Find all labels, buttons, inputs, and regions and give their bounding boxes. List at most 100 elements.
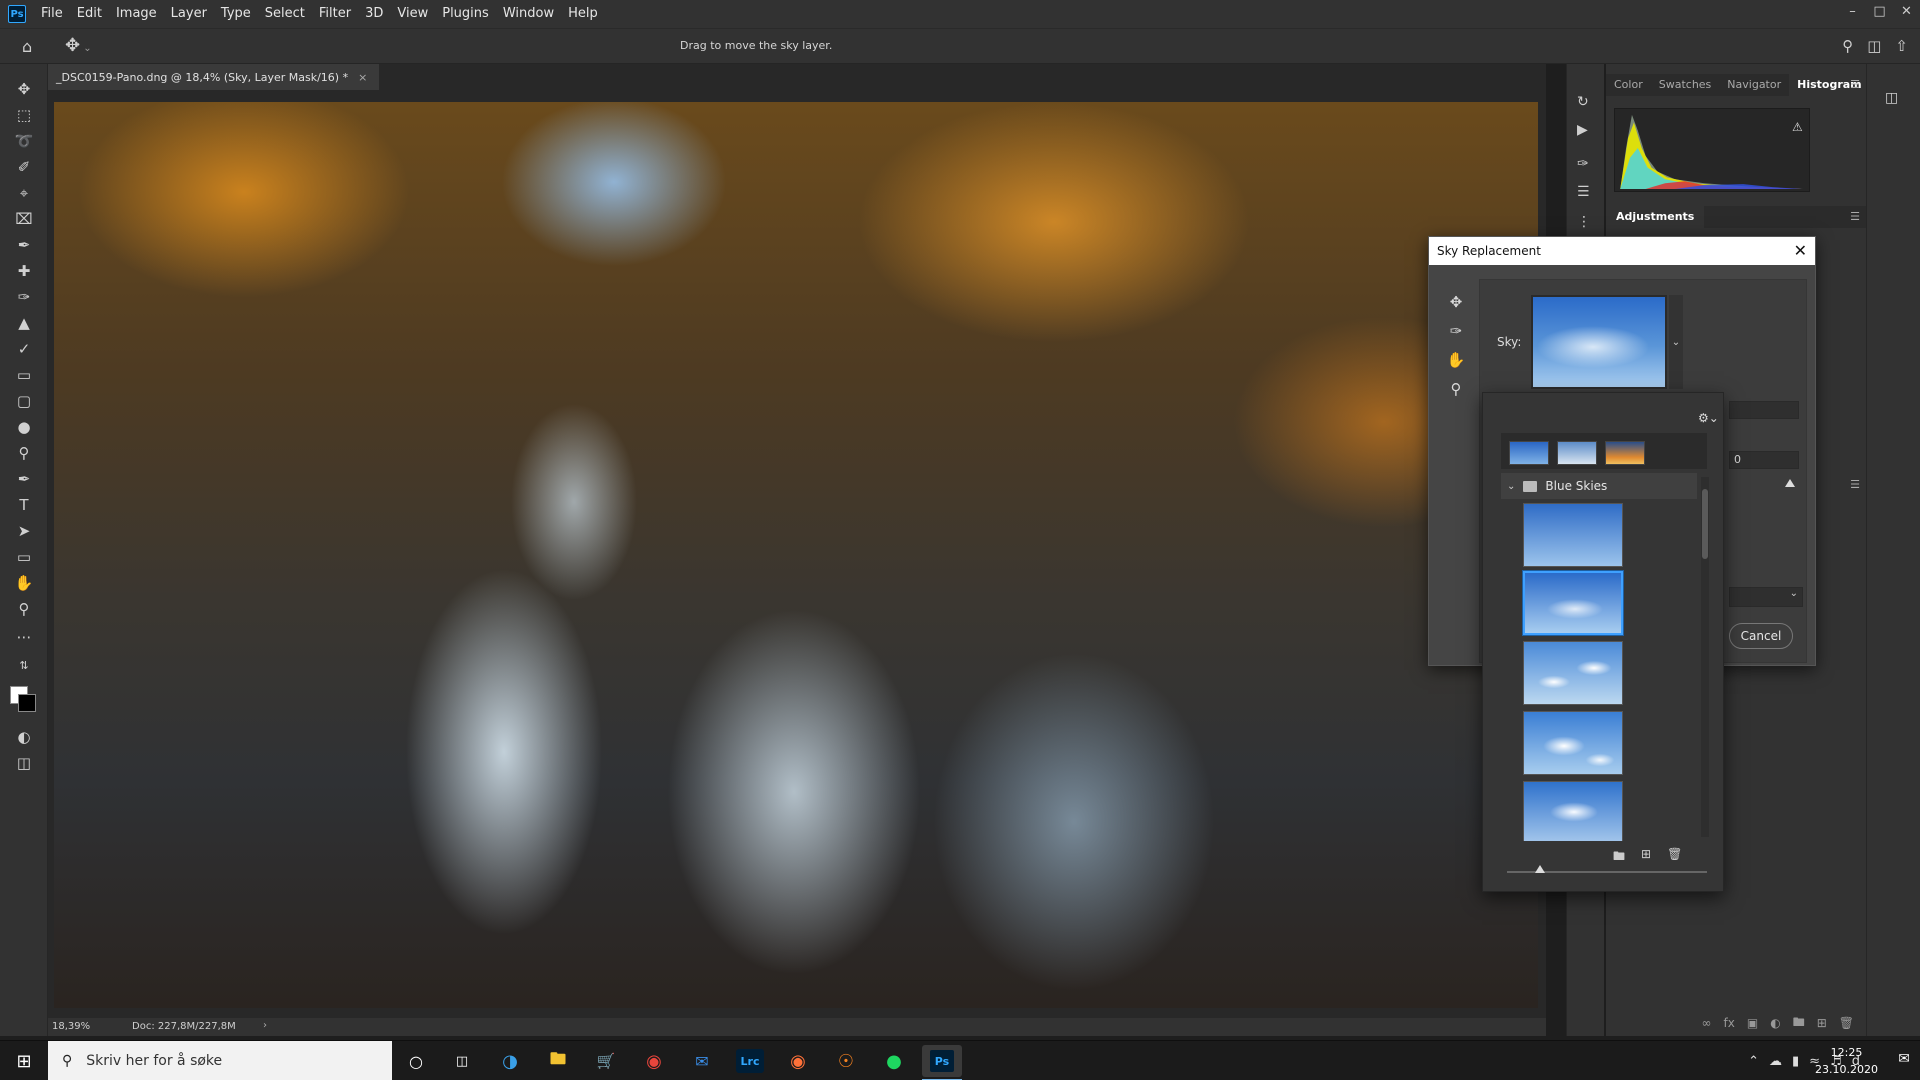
fx-icon[interactable]: fx (1724, 1016, 1735, 1030)
photoshop-taskbar-button[interactable]: Ps (922, 1045, 962, 1080)
lasso-tool-icon[interactable]: ➰ (12, 130, 36, 152)
recent-sky-thumb[interactable] (1605, 441, 1645, 465)
zoom-level[interactable]: 18,39% (52, 1021, 90, 1032)
marquee-tool-icon[interactable]: ⬚ (12, 104, 36, 126)
background-color-swatch[interactable] (18, 694, 36, 712)
brush-settings-icon[interactable]: ✑ (1577, 156, 1589, 172)
new-layer-icon[interactable]: ⊞ (1817, 1016, 1827, 1030)
tab-swatches[interactable]: Swatches (1651, 74, 1720, 96)
edge-icon[interactable]: ◑ (490, 1045, 530, 1077)
dodge-tool-icon[interactable]: ⚲ (12, 442, 36, 464)
hand-tool-icon[interactable]: ✋ (12, 572, 36, 594)
tab-navigator[interactable]: Navigator (1719, 74, 1789, 96)
mail-icon[interactable]: ✉ (682, 1045, 722, 1077)
recent-sky-thumb[interactable] (1509, 441, 1549, 465)
sky-preview-thumbnail[interactable] (1531, 295, 1667, 389)
history-panel-icon[interactable]: ↻ (1577, 94, 1589, 110)
eraser-tool-icon[interactable]: ▭ (12, 364, 36, 386)
panel-menu-icon[interactable]: ☰ (1850, 78, 1860, 91)
firefox-icon[interactable]: ◉ (778, 1045, 818, 1077)
adjustment-layer-icon[interactable]: ◐ (1770, 1016, 1780, 1030)
properties-panel-icon[interactable]: ☰ (1577, 184, 1590, 200)
cortana-icon[interactable]: ○ (396, 1045, 436, 1077)
menu-type[interactable]: Type (214, 0, 258, 28)
sky-thumbnail[interactable] (1523, 711, 1623, 775)
document-tab[interactable]: _DSC0159-Pano.dng @ 18,4% (Sky, Layer Ma… (48, 64, 380, 90)
close-document-icon[interactable]: × (358, 71, 367, 84)
pen-tool-icon[interactable]: ✒ (12, 468, 36, 490)
waterfall-photo[interactable] (54, 102, 1538, 1008)
windows-start-icon[interactable]: ⊞ (0, 1041, 48, 1080)
menu-image[interactable]: Image (109, 0, 164, 28)
dialog-field[interactable] (1729, 401, 1799, 419)
delete-sky-icon[interactable]: 🗑 (1667, 847, 1682, 868)
menu-window[interactable]: Window (496, 0, 561, 28)
path-selection-tool-icon[interactable]: ➤ (12, 520, 36, 542)
sky-move-tool-icon[interactable]: ✥ (1443, 287, 1469, 316)
link-layers-icon[interactable]: ∞ (1702, 1016, 1712, 1030)
maximize-icon[interactable]: □ (1866, 0, 1893, 22)
eyedropper-tool-icon[interactable]: ✒ (12, 234, 36, 256)
status-arrow-icon[interactable]: › (263, 1020, 267, 1031)
crop-tool-icon[interactable]: ⌖ (12, 182, 36, 204)
clone-stamp-tool-icon[interactable]: ▲ (12, 312, 36, 334)
swap-colors-icon[interactable]: ⇅ (12, 654, 36, 676)
share-icon[interactable]: ⇧ (1895, 37, 1908, 55)
menu-file[interactable]: File (34, 0, 70, 28)
actions-panel-icon[interactable]: ▶ (1577, 122, 1588, 138)
quick-selection-tool-icon[interactable]: ✐ (12, 156, 36, 178)
sky-thumbnail-selected[interactable] (1522, 570, 1624, 636)
type-tool-icon[interactable]: T (12, 494, 36, 516)
zoom-tool-icon[interactable]: ⚲ (1443, 374, 1469, 403)
rectangle-tool-icon[interactable]: ▭ (12, 546, 36, 568)
sky-list-scrollbar[interactable] (1701, 477, 1709, 837)
add-mask-icon[interactable]: ▣ (1747, 1016, 1758, 1030)
dialog-select[interactable]: ⌄ (1729, 587, 1803, 607)
dialog-slider-knob[interactable] (1785, 479, 1795, 487)
home-icon[interactable]: ⌂ (22, 37, 42, 57)
task-view-icon[interactable]: ◫ (442, 1045, 482, 1077)
workspace-icon[interactable]: ◫ (1867, 37, 1881, 55)
close-dialog-icon[interactable]: ✕ (1794, 237, 1807, 265)
sky-brush-tool-icon[interactable]: ✑ (1443, 316, 1469, 345)
minimize-icon[interactable]: – (1839, 0, 1866, 22)
sky-dropdown-chevron-icon[interactable]: ⌄ (1669, 295, 1683, 389)
notification-icon[interactable]: ✉ (1898, 1051, 1910, 1067)
menu-layer[interactable]: Layer (164, 0, 214, 28)
healing-brush-tool-icon[interactable]: ✚ (12, 260, 36, 282)
tab-adjustments[interactable]: Adjustments (1606, 206, 1705, 228)
brush-tool-icon[interactable]: ✑ (12, 286, 36, 308)
origin-icon[interactable]: ☉ (826, 1045, 866, 1077)
store-icon[interactable]: 🛒 (586, 1045, 626, 1077)
sky-thumbnail[interactable] (1523, 503, 1623, 567)
menu-plugins[interactable]: Plugins (435, 0, 496, 28)
paths-panel-icon[interactable]: ⋮ (1577, 214, 1591, 230)
screen-mode-icon[interactable]: ◫ (12, 752, 36, 774)
sky-thumbnail[interactable] (1523, 641, 1623, 705)
sky-thumbnail[interactable] (1523, 781, 1623, 841)
thumbnail-size-slider[interactable] (1507, 865, 1707, 873)
new-group-icon[interactable]: 🖿 (1793, 1013, 1805, 1034)
menu-3d[interactable]: 3D (358, 0, 390, 28)
blur-tool-icon[interactable]: ● (12, 416, 36, 438)
file-explorer-icon[interactable]: 🖿 (538, 1045, 578, 1077)
cancel-button[interactable]: Cancel (1729, 623, 1793, 649)
menu-select[interactable]: Select (258, 0, 312, 28)
tab-color[interactable]: Color (1606, 74, 1651, 96)
adjustments-menu-icon[interactable]: ☰ (1850, 210, 1860, 223)
close-icon[interactable]: ✕ (1893, 0, 1920, 22)
move-tool-icon[interactable]: ✥ (12, 78, 36, 100)
chrome-icon[interactable]: ◉ (634, 1045, 674, 1077)
onedrive-icon[interactable]: ☁ (1769, 1054, 1782, 1069)
delete-layer-icon[interactable]: 🗑 (1839, 1016, 1854, 1030)
history-brush-tool-icon[interactable]: ✓ (12, 338, 36, 360)
zoom-tool-icon[interactable]: ⚲ (12, 598, 36, 620)
recent-sky-thumb[interactable] (1557, 441, 1597, 465)
menu-help[interactable]: Help (561, 0, 605, 28)
search-icon[interactable]: ⚲ (1842, 37, 1853, 55)
new-folder-icon[interactable]: 🖿 (1613, 847, 1625, 868)
libraries-icon[interactable]: ◫ (1885, 90, 1898, 106)
dialog-value-field[interactable]: 0 (1729, 451, 1799, 469)
layers-menu-icon[interactable]: ☰ (1850, 478, 1860, 491)
import-sky-icon[interactable]: ⊞ (1641, 847, 1651, 868)
